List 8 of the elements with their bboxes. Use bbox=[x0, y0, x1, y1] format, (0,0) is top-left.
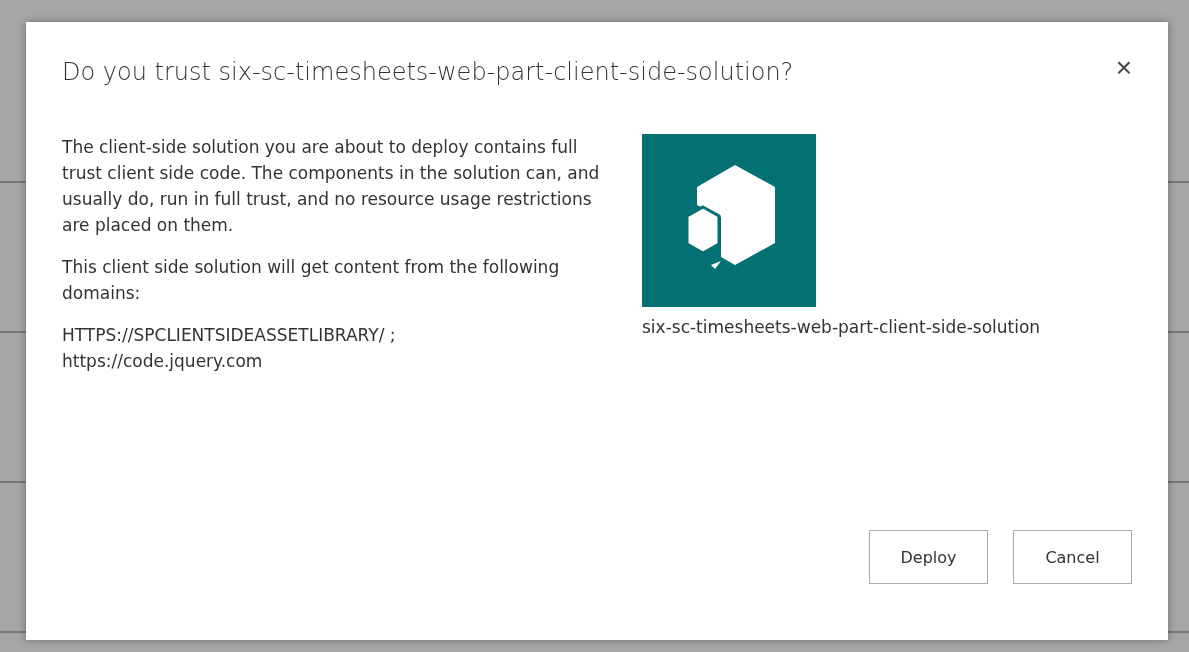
dialog-title: Do you trust six-sc-timesheets-web-part-client-side-solution? bbox=[62, 57, 794, 88]
close-button[interactable]: × bbox=[1115, 54, 1132, 82]
cancel-button[interactable]: Cancel bbox=[1013, 530, 1132, 584]
deploy-button[interactable]: Deploy bbox=[869, 530, 988, 584]
domain-list: HTTPS://SPCLIENTSIDEASSETLIBRARY/ ; https://code.jquery.com bbox=[62, 322, 602, 374]
description-text: The client-side solution you are about to deploy contains full trust client side code. The components in the solution can, and usually do, run in full trust, and no resource usage restrictions are placed on them. bbox=[62, 136, 601, 237]
solution-name: six-sc-timesheets-web-part-client-side-solution bbox=[642, 317, 1041, 337]
description-text: This client side solution will get content from the following domains: bbox=[62, 256, 561, 305]
